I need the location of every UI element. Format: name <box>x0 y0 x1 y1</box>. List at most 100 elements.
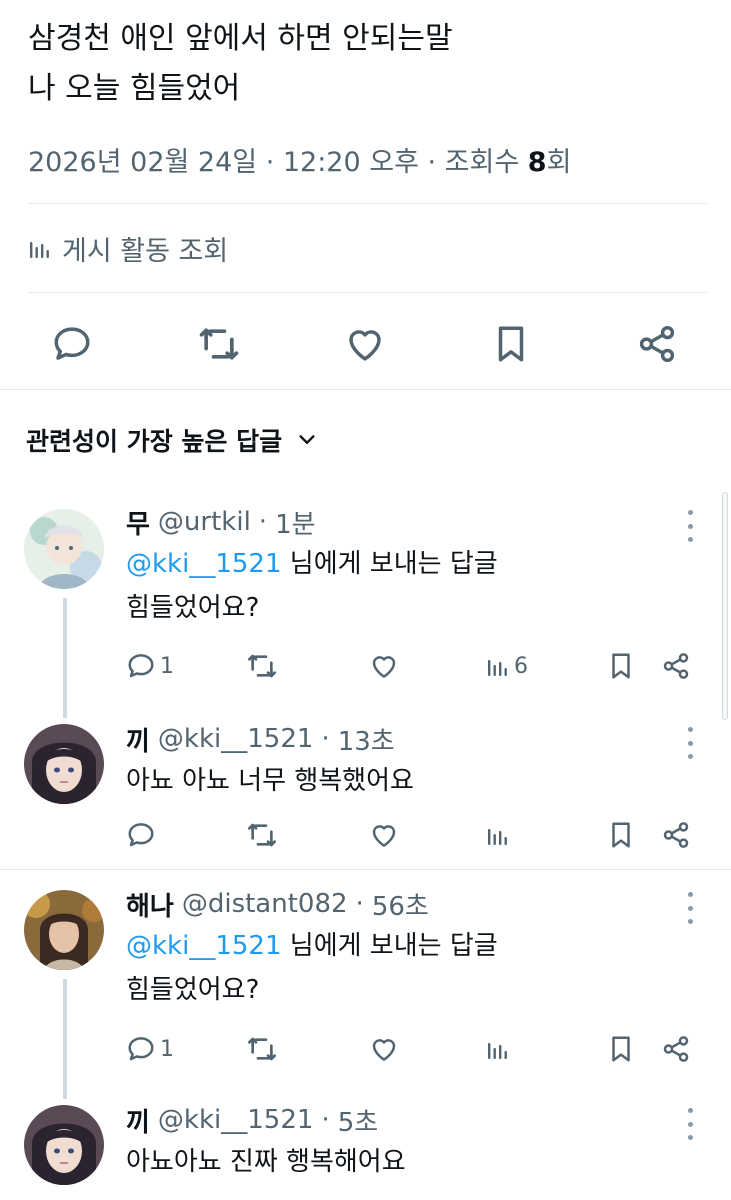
avatar[interactable] <box>24 890 104 970</box>
bookmark-button[interactable] <box>606 813 636 857</box>
more-options-button[interactable] <box>679 510 701 542</box>
retweet-icon <box>248 1037 276 1061</box>
share-button[interactable] <box>661 1027 691 1071</box>
sort-label: 관련성이 가장 높은 답글 <box>26 427 283 456</box>
author-handle[interactable]: @urtkil <box>158 507 251 537</box>
retweet-button[interactable] <box>246 644 278 688</box>
tweet-meta: 2026년 02월 24일 · 12:20 오후 · 조회수 8회 <box>28 140 571 179</box>
reply-item[interactable]: 끼 @kki__1521 · 13초 아뇨 아뇨 너무 행복했어요 <box>126 719 731 848</box>
author-handle[interactable]: @kki__1521 <box>158 724 314 754</box>
reply-button[interactable] <box>47 319 97 369</box>
retweet-button[interactable] <box>246 1027 278 1071</box>
reply-text: 힘들었어요? <box>126 593 260 623</box>
bookmark-button[interactable] <box>606 1027 636 1071</box>
tweet-text: 삼경천 애인 앞에서 하면 안되는말 나 오늘 힘들었어 <box>28 14 453 114</box>
bookmark-button[interactable] <box>486 319 536 369</box>
reply-text: 아뇨아뇨 진짜 행복해어요 <box>126 1147 406 1177</box>
heart-icon <box>349 330 381 361</box>
share-button[interactable] <box>632 319 682 369</box>
author-name[interactable]: 해나 <box>126 886 174 923</box>
author-name[interactable]: 끼 <box>126 1102 150 1139</box>
reply-time[interactable]: 56초 <box>372 886 429 923</box>
reply-item[interactable]: 무 @urtkil · 1분 @kki__1521 님에게 보내는 답글 힘들었… <box>126 502 731 679</box>
retweet-icon <box>248 823 276 847</box>
reply-button[interactable]: 1 <box>126 1027 174 1071</box>
mention-link[interactable]: @kki__1521 <box>126 549 282 579</box>
bookmark-button[interactable] <box>606 644 636 688</box>
views-button[interactable]: 6 <box>486 644 528 688</box>
author-name[interactable]: 끼 <box>126 721 150 758</box>
share-button[interactable] <box>661 813 691 857</box>
bar-chart-icon <box>488 829 507 845</box>
view-count: 8 <box>527 147 547 178</box>
retweet-button[interactable] <box>246 813 278 857</box>
like-button[interactable] <box>369 1027 399 1071</box>
reply-count: 1 <box>160 1036 174 1062</box>
reply-action-bar: 1 6 <box>126 644 731 688</box>
bar-chart-icon <box>488 660 507 676</box>
reply-time[interactable]: 5초 <box>338 1102 378 1139</box>
author-handle[interactable]: @distant082 <box>182 889 348 919</box>
avatar[interactable] <box>24 509 104 589</box>
tweet-line-1: 삼경천 애인 앞에서 하면 안되는말 <box>28 21 453 56</box>
heart-icon <box>372 1039 396 1061</box>
reply-header: 무 @urtkil · 1분 <box>126 502 731 542</box>
reply-header: 끼 @kki__1521 · 13초 <box>126 719 731 759</box>
activity-label: 게시 활동 조회 <box>62 235 229 267</box>
bar-chart-icon <box>30 242 49 258</box>
retweet-icon <box>248 654 276 678</box>
divider <box>0 389 731 390</box>
reply-header: 끼 @kki__1521 · 5초 <box>126 1100 731 1140</box>
avatar[interactable] <box>24 1105 104 1185</box>
tweet-date: 2026년 02월 24일 · 12:20 오후 · 조회수 <box>28 147 528 178</box>
more-options-button[interactable] <box>679 892 701 924</box>
views-button[interactable] <box>486 1027 510 1071</box>
separator-dot: · <box>321 1105 330 1135</box>
share-button[interactable] <box>661 644 691 688</box>
tweet-line-2: 나 오늘 힘들었어 <box>28 71 241 106</box>
reply-action-bar: 1 <box>126 1027 731 1071</box>
reply-time[interactable]: 1분 <box>275 504 315 541</box>
reply-sort-dropdown[interactable]: 관련성이 가장 높은 답글 <box>26 420 318 460</box>
replying-suffix: 님에게 보내는 답글 <box>281 549 498 579</box>
reply-action-bar <box>126 813 731 857</box>
like-button[interactable] <box>340 319 390 369</box>
thread-line <box>63 598 67 718</box>
reply-header: 해나 @distant082 · 56초 <box>126 884 731 924</box>
mention-link[interactable]: @kki__1521 <box>126 931 282 961</box>
like-button[interactable] <box>369 813 399 857</box>
reply-item[interactable]: 끼 @kki__1521 · 5초 아뇨아뇨 진짜 행복해어요 <box>126 1100 731 1184</box>
avatar[interactable] <box>24 724 104 804</box>
reply-icon <box>128 823 154 847</box>
thread-line <box>63 979 67 1099</box>
retweet-button[interactable] <box>194 319 244 369</box>
share-icon <box>663 653 689 679</box>
reply-count: 1 <box>160 653 174 679</box>
post-activity-link[interactable]: 게시 활동 조회 <box>28 226 228 270</box>
bookmark-icon <box>612 822 630 848</box>
share-icon <box>639 325 675 363</box>
bar-chart-icon <box>488 1043 507 1059</box>
reply-icon <box>128 654 154 678</box>
heart-icon <box>372 825 396 847</box>
divider <box>0 869 731 870</box>
author-name[interactable]: 무 <box>126 504 150 541</box>
bookmark-icon <box>498 326 524 362</box>
more-options-button[interactable] <box>679 1108 701 1140</box>
share-icon <box>663 822 689 848</box>
views-button[interactable] <box>486 813 510 857</box>
reply-button[interactable] <box>126 813 156 857</box>
reply-time[interactable]: 13초 <box>338 721 395 758</box>
tweet-action-bar <box>0 315 731 373</box>
like-button[interactable] <box>369 644 399 688</box>
author-handle[interactable]: @kki__1521 <box>158 1105 314 1135</box>
view-suffix: 회 <box>546 147 572 178</box>
reply-icon <box>128 1037 154 1061</box>
retweet-icon <box>199 328 239 360</box>
reply-item[interactable]: 해나 @distant082 · 56초 @kki__1521 님에게 보내는 … <box>126 884 731 1062</box>
view-count: 6 <box>514 653 528 679</box>
replying-to: @kki__1521 님에게 보내는 답글 <box>126 542 731 586</box>
reply-icon <box>54 327 90 360</box>
more-options-button[interactable] <box>679 727 701 759</box>
reply-button[interactable]: 1 <box>126 644 174 688</box>
